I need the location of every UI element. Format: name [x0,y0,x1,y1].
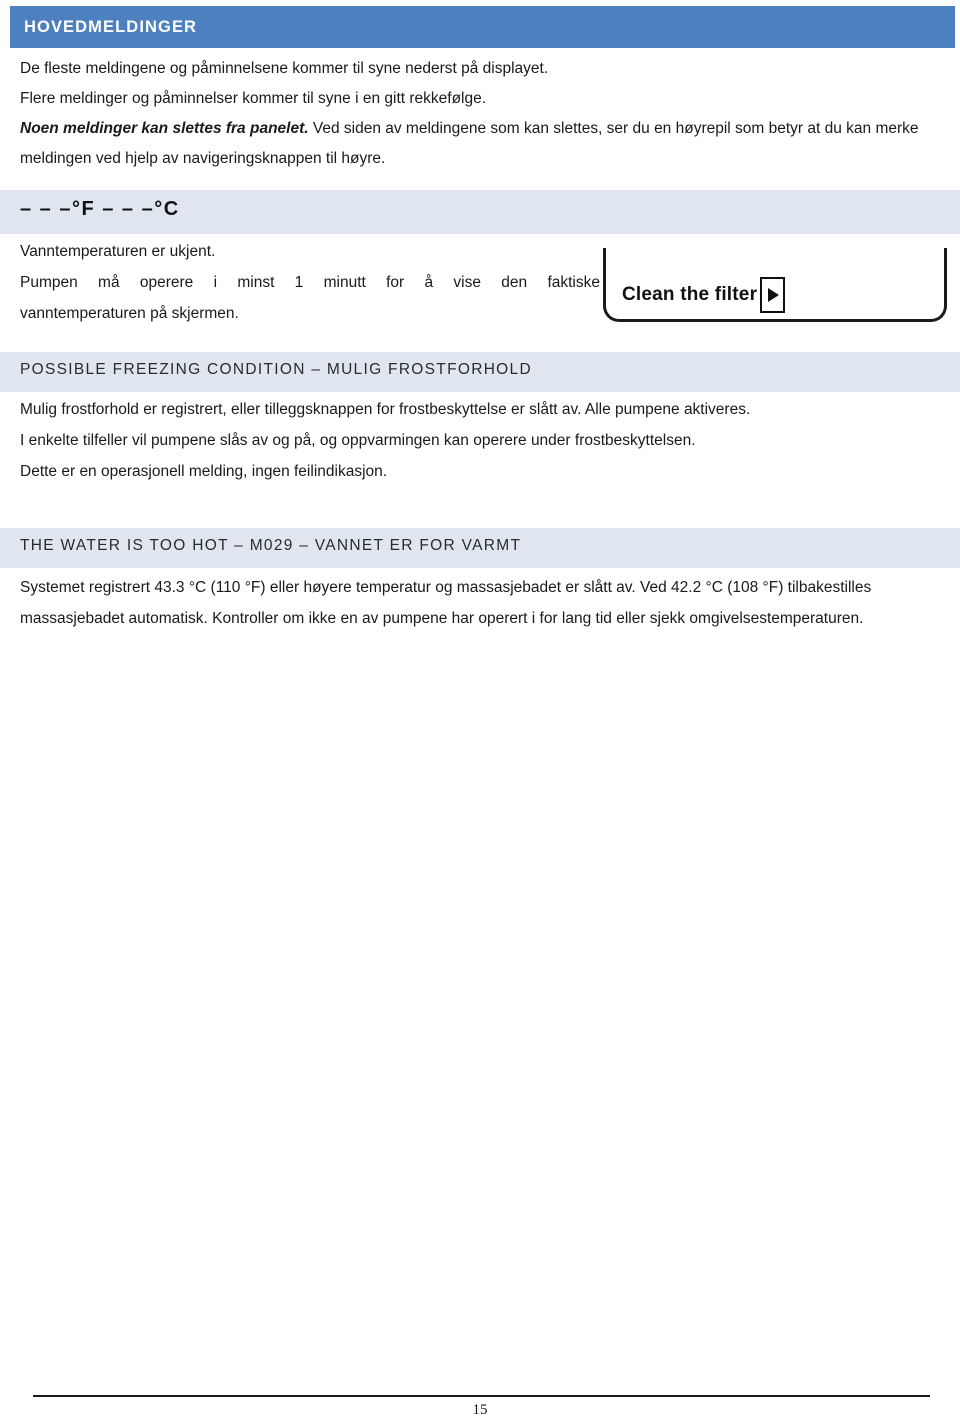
right-arrow-icon [760,277,786,313]
temperature-display-value: – – –°F – – –°C [20,198,180,220]
page-number: 15 [472,1402,488,1418]
section-header-bar: HOVEDMELDINGER [10,6,955,48]
temperature-message-text: Vanntemperaturen er ukjent. Pumpen må op… [20,236,600,329]
footer-divider [33,1395,930,1397]
message-freezing-paragraph-2: I enkelte tilfeller vil pumpene slås av … [20,432,696,449]
temperature-message-line-2: Pumpen må operere i minst 1 minutt for å… [20,274,600,291]
section-title: HOVEDMELDINGER [24,17,198,36]
message-body-freezing: Mulig frostforhold er registrert, eller … [20,394,945,487]
document-page: HOVEDMELDINGER De fleste meldingene og p… [0,0,960,1425]
lcd-message-label: Clean the filter [622,284,758,305]
message-water-too-hot-paragraph-1: Systemet registrert 43.3 °C (110 °F) ell… [20,579,872,627]
temperature-message-line-1: Vanntemperaturen er ukjent. [20,243,216,260]
intro-paragraph-2: Flere meldinger og påminnelser kommer ti… [20,90,487,107]
message-heading-freezing-label: POSSIBLE FREEZING CONDITION – MULIG FROS… [20,361,532,378]
intro-lead-bold: Noen meldinger kan slettes fra panelet. [20,120,309,137]
message-heading-water-too-hot: THE WATER IS TOO HOT – M029 – VANNET ER … [0,528,960,568]
message-freezing-paragraph-3: Dette er en operasjonell melding, ingen … [20,463,388,480]
message-freezing-paragraph-1: Mulig frostforhold er registrert, eller … [20,401,751,418]
intro-paragraph-1: De fleste meldingene og påminnelsene kom… [20,60,549,77]
temperature-message-line-3: vanntemperaturen på skjermen. [20,305,239,322]
intro-paragraph-3: Noen meldinger kan slettes fra panelet. … [20,114,940,174]
message-body-water-too-hot: Systemet registrert 43.3 °C (110 °F) ell… [20,572,945,634]
message-heading-water-too-hot-label: THE WATER IS TOO HOT – M029 – VANNET ER … [20,537,522,554]
message-heading-freezing: POSSIBLE FREEZING CONDITION – MULIG FROS… [0,352,960,392]
right-arrow-glyph [768,288,780,302]
intro-block: De fleste meldingene og påminnelsene kom… [20,54,940,174]
lcd-display-illustration: Clean the filter [603,248,947,322]
temperature-message-band: – – –°F – – –°C [0,190,960,234]
lcd-message-row: Clean the filter [622,277,786,313]
